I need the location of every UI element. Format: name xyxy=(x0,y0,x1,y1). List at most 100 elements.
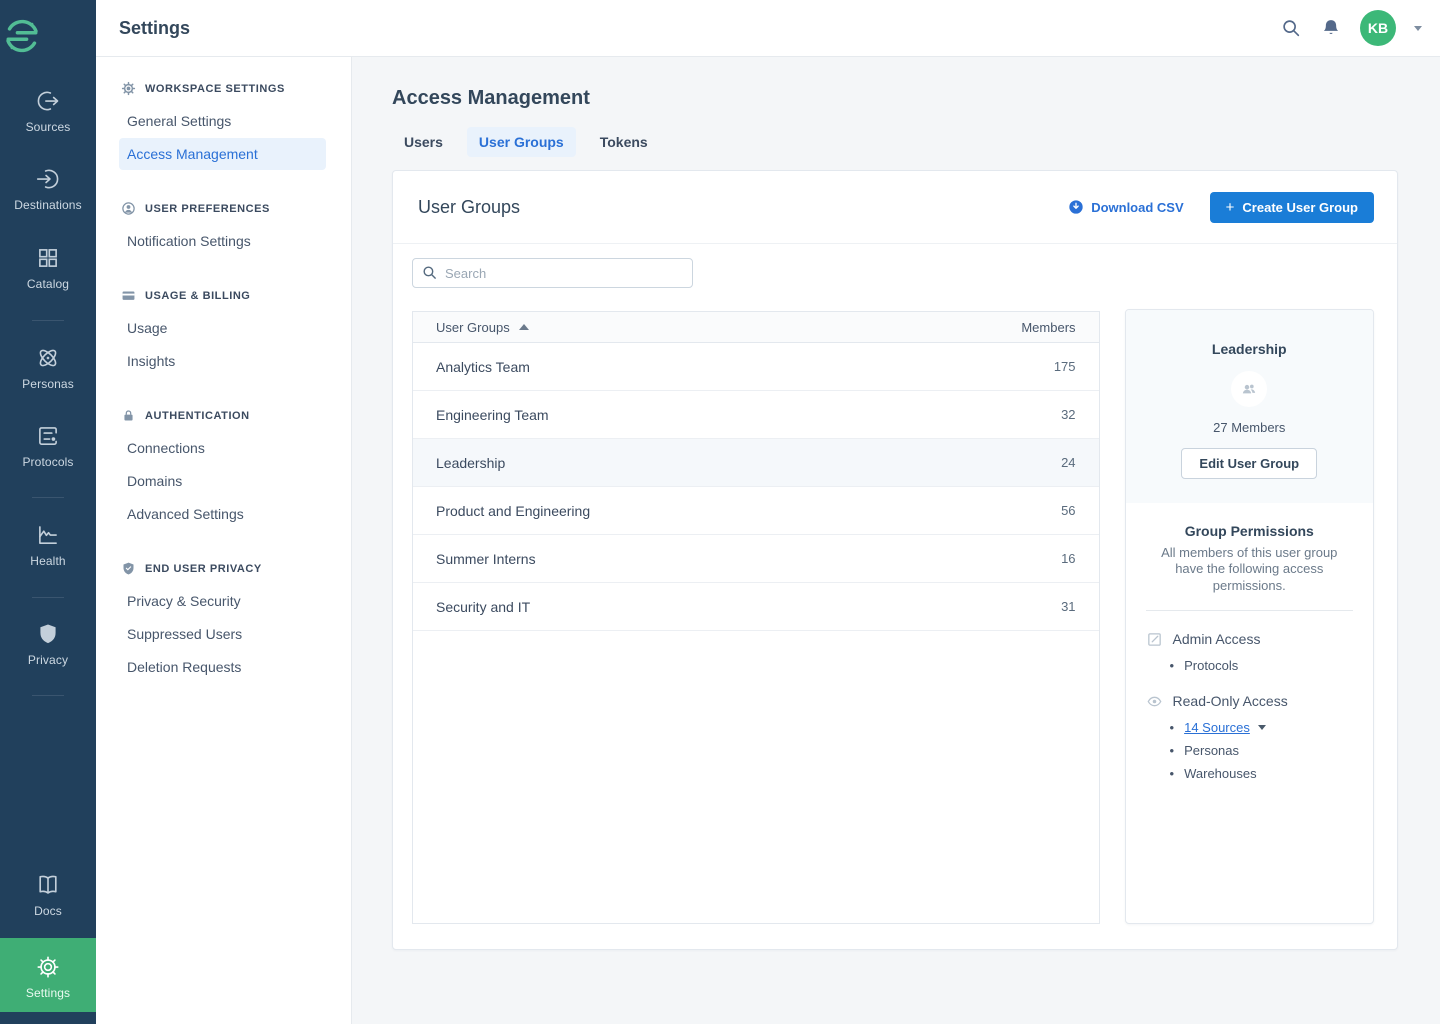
expand-caret-icon[interactable] xyxy=(1258,725,1266,730)
search-icon[interactable] xyxy=(1280,17,1302,39)
table-row[interactable]: Analytics Team 175 xyxy=(413,343,1099,391)
sidebar-item-label: Privacy xyxy=(28,653,68,667)
nav-item-domains[interactable]: Domains xyxy=(119,465,326,497)
credit-card-icon xyxy=(121,288,136,303)
sidebar-divider xyxy=(32,597,64,598)
sidebar-item-privacy[interactable]: Privacy xyxy=(0,621,96,669)
group-permissions: Group Permissions All members of this us… xyxy=(1126,503,1373,785)
docs-book-icon xyxy=(35,872,61,898)
notifications-bell-icon[interactable] xyxy=(1320,17,1342,39)
settings-gear-icon xyxy=(35,954,61,980)
column-header-user-groups[interactable]: User Groups xyxy=(436,320,529,335)
user-groups-table: User Groups Members Analytics Team 175 E… xyxy=(412,311,1100,924)
sidebar-item-destinations[interactable]: Destinations xyxy=(0,166,96,214)
sidebar-item-settings[interactable]: Settings xyxy=(0,938,96,1012)
user-groups-card: User Groups Download CSV + Create User G… xyxy=(392,170,1398,950)
main-content: Access Management Users User Groups Toke… xyxy=(352,57,1440,1024)
sidebar-divider xyxy=(32,497,64,498)
sidebar-item-label: Protocols xyxy=(22,455,73,469)
sidebar-item-label: Personas xyxy=(22,377,74,391)
account-menu-caret-icon[interactable] xyxy=(1414,26,1422,31)
nav-section-header: AUTHENTICATION xyxy=(96,400,351,431)
nav-item-general-settings[interactable]: General Settings xyxy=(119,105,326,137)
table-header-row: User Groups Members xyxy=(413,312,1099,343)
readonly-access-label: Read-Only Access xyxy=(1173,693,1288,709)
personas-icon xyxy=(35,345,61,371)
sidebar-item-sources[interactable]: Sources xyxy=(0,88,96,136)
readonly-access-list: 14 Sources Personas Warehouses xyxy=(1170,716,1353,785)
list-item: Warehouses xyxy=(1170,762,1353,785)
nav-section-header: END USER PRIVACY xyxy=(96,553,351,584)
tab-tokens[interactable]: Tokens xyxy=(588,127,660,157)
download-csv-link[interactable]: Download CSV xyxy=(1068,199,1183,215)
sidebar-item-personas[interactable]: Personas xyxy=(0,345,96,393)
sidebar-item-label: Sources xyxy=(26,120,71,134)
tab-users[interactable]: Users xyxy=(392,127,455,157)
sidebar-item-health[interactable]: Health xyxy=(0,522,96,570)
search-box xyxy=(412,258,693,288)
search-input[interactable] xyxy=(412,258,693,288)
create-user-group-button[interactable]: + Create User Group xyxy=(1210,192,1374,223)
group-name: Leadership xyxy=(1142,341,1357,357)
list-item: 14 Sources xyxy=(1170,716,1353,739)
admin-access-label: Admin Access xyxy=(1173,631,1261,647)
table-row[interactable]: Summer Interns 16 xyxy=(413,535,1099,583)
group-detail-panel: Leadership 27 Members Edi xyxy=(1125,309,1374,924)
card-header: User Groups Download CSV + Create User G… xyxy=(393,171,1397,244)
segment-logo-icon[interactable] xyxy=(0,14,96,58)
create-user-group-label: Create User Group xyxy=(1242,200,1358,215)
sidebar-item-catalog[interactable]: Catalog xyxy=(0,245,96,293)
nav-item-usage[interactable]: Usage xyxy=(119,312,326,344)
nav-item-access-management[interactable]: Access Management xyxy=(119,138,326,170)
access-management-tabs: Users User Groups Tokens xyxy=(392,127,1400,157)
download-csv-label: Download CSV xyxy=(1091,200,1183,215)
nav-item-privacy-security[interactable]: Privacy & Security xyxy=(119,585,326,617)
nav-section-user-preferences: USER PREFERENCES Notification Settings xyxy=(96,193,351,257)
group-summary: Leadership 27 Members Edi xyxy=(1126,310,1373,503)
search-icon xyxy=(421,264,438,281)
user-avatar[interactable]: KB xyxy=(1360,10,1396,46)
health-icon xyxy=(35,522,61,548)
sources-icon xyxy=(35,88,61,114)
sidebar-item-protocols[interactable]: Protocols xyxy=(0,423,96,471)
sidebar-divider xyxy=(32,695,64,696)
sidebar-item-label: Docs xyxy=(34,904,62,918)
readonly-access-row: Read-Only Access xyxy=(1146,693,1353,710)
tab-user-groups[interactable]: User Groups xyxy=(467,127,576,157)
nav-section-header: USER PREFERENCES xyxy=(96,193,351,224)
app-sidebar: Sources Destinations Catalog Personas xyxy=(0,0,96,1024)
nav-section-workspace-settings: WORKSPACE SETTINGS General Settings Acce… xyxy=(96,73,351,170)
edit-user-group-button[interactable]: Edit User Group xyxy=(1181,448,1317,479)
plus-icon: + xyxy=(1226,200,1235,215)
table-row[interactable]: Security and IT 31 xyxy=(413,583,1099,631)
nav-section-end-user-privacy: END USER PRIVACY Privacy & Security Supp… xyxy=(96,553,351,683)
sources-count-link[interactable]: 14 Sources xyxy=(1184,720,1250,735)
permissions-title: Group Permissions xyxy=(1146,523,1353,539)
group-member-count: 27 Members xyxy=(1142,420,1357,435)
gear-icon xyxy=(121,81,136,96)
table-row-selected[interactable]: Leadership 24 xyxy=(413,439,1099,487)
sidebar-divider xyxy=(32,320,64,321)
table-row[interactable]: Engineering Team 32 xyxy=(413,391,1099,439)
admin-access-row: Admin Access xyxy=(1146,631,1353,648)
sidebar-item-label: Settings xyxy=(26,986,70,1000)
nav-item-connections[interactable]: Connections xyxy=(119,432,326,464)
nav-item-suppressed-users[interactable]: Suppressed Users xyxy=(119,618,326,650)
nav-item-deletion-requests[interactable]: Deletion Requests xyxy=(119,651,326,683)
group-avatar xyxy=(1231,371,1267,407)
nav-item-notification-settings[interactable]: Notification Settings xyxy=(119,225,326,257)
nav-section-authentication: AUTHENTICATION Connections Domains Advan… xyxy=(96,400,351,530)
sidebar-item-label: Health xyxy=(30,554,65,568)
topbar: Settings KB xyxy=(96,0,1440,57)
list-item: Personas xyxy=(1170,739,1353,762)
nav-item-insights[interactable]: Insights xyxy=(119,345,326,377)
sidebar-item-label: Destinations xyxy=(14,198,81,212)
sidebar-item-docs[interactable]: Docs xyxy=(0,872,96,920)
nav-item-advanced-settings[interactable]: Advanced Settings xyxy=(119,498,326,530)
destinations-icon xyxy=(35,166,61,192)
list-item: Protocols xyxy=(1170,654,1353,677)
person-circle-icon xyxy=(121,201,136,216)
catalog-icon xyxy=(35,245,61,271)
table-row[interactable]: Product and Engineering 56 xyxy=(413,487,1099,535)
column-header-members: Members xyxy=(1021,320,1075,335)
